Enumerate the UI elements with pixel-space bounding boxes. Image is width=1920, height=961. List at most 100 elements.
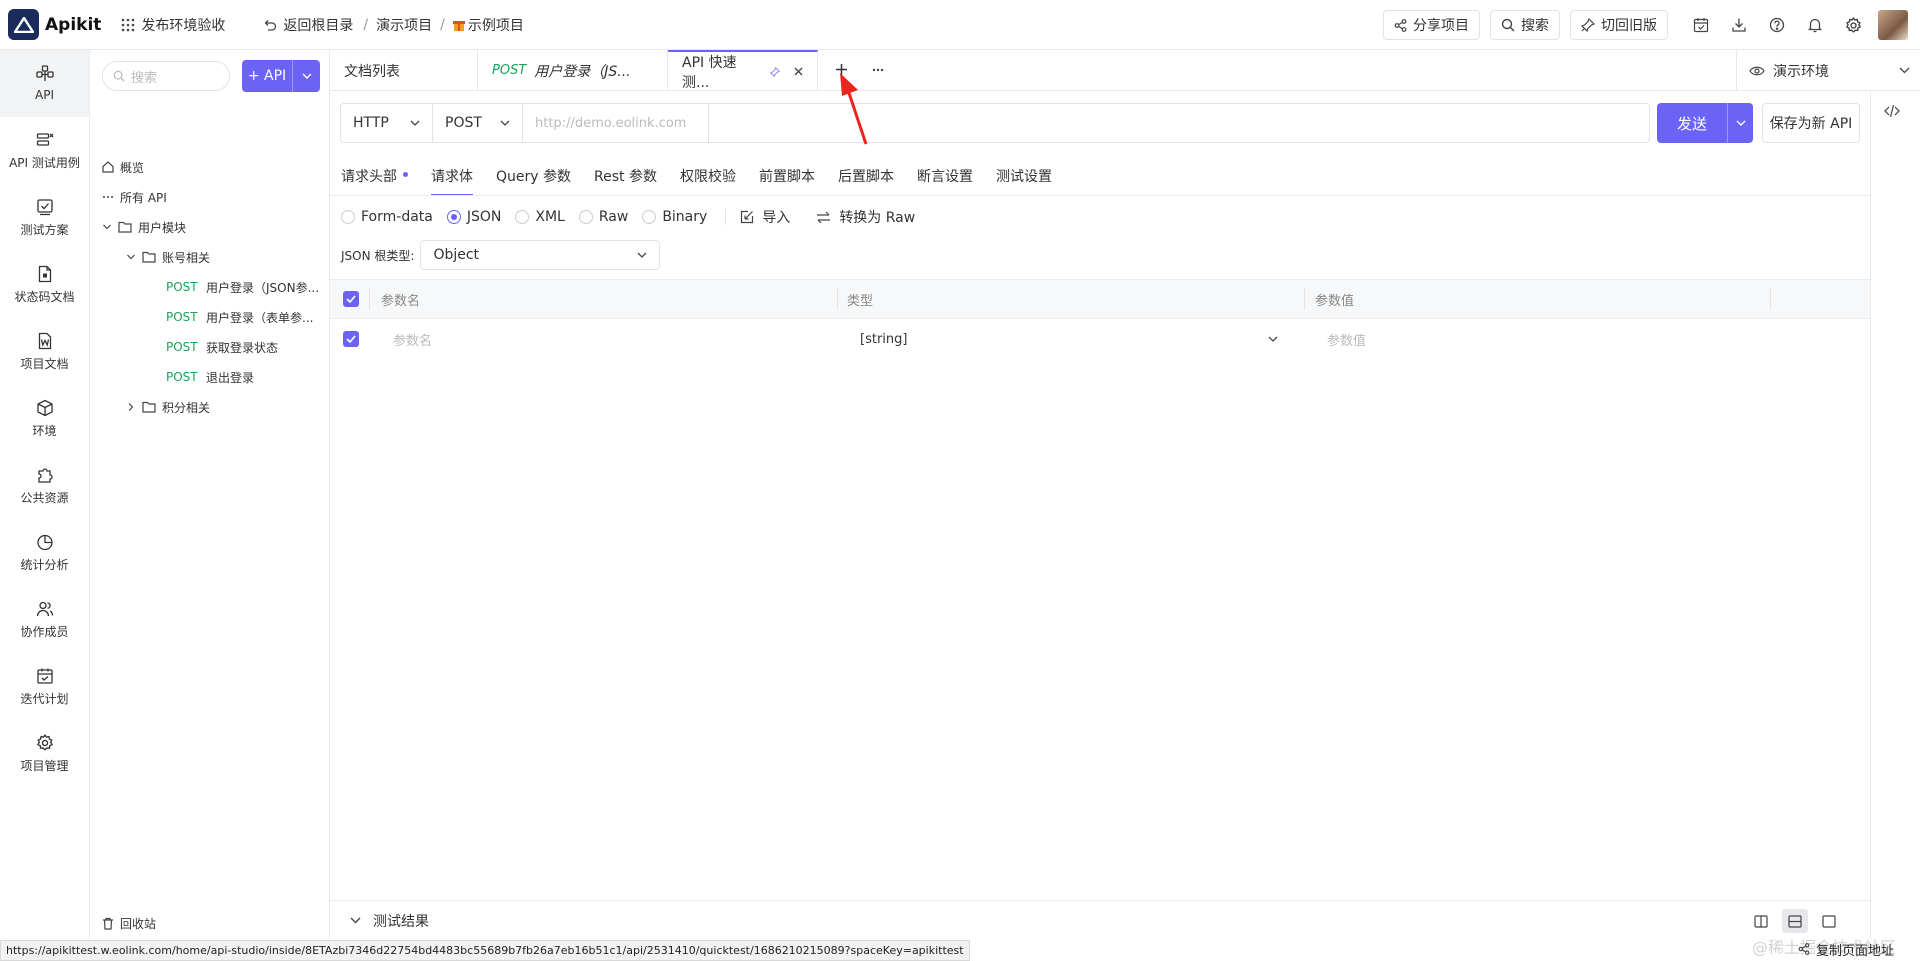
table-row: 参数名 [string] 参数值 (330, 319, 1870, 359)
json-root-type-select[interactable]: Object (420, 240, 661, 270)
json-root-type-value: Object (433, 247, 480, 263)
param-value-input[interactable]: 参数值 (1327, 319, 1747, 359)
radio-form-data[interactable]: Form-data (341, 209, 433, 225)
radio-circle (578, 210, 593, 224)
select-all-checkbox[interactable] (343, 280, 359, 318)
tree-api-item[interactable]: POST 用户登录（表单参... (166, 307, 313, 327)
rail-item-members[interactable]: 协作成员 (0, 586, 89, 653)
tab-doc-list[interactable]: 文档列表 (330, 50, 478, 91)
rail-item-statistics[interactable]: 统计分析 (0, 519, 89, 586)
workspace-switcher[interactable]: 发布环境验收 (121, 15, 225, 35)
tab-request-body[interactable]: 请求体 (431, 166, 473, 196)
tree-item-label: 用户模块 (138, 220, 187, 235)
radio-binary[interactable]: Binary (642, 209, 707, 225)
rail-item-test-plan[interactable]: 测试方案 (0, 184, 89, 251)
chevron-down-icon (126, 252, 136, 262)
rail-item-api[interactable]: API (0, 50, 89, 117)
breadcrumb-project[interactable]: 演示项目 (376, 15, 432, 35)
calendar-check-icon[interactable] (1682, 6, 1720, 44)
tree-api-item[interactable]: POST 退出登录 (166, 367, 254, 387)
copy-page-url-button[interactable]: 复制页面地址 (1798, 938, 1894, 960)
bell-icon[interactable] (1796, 6, 1834, 44)
share-project-button[interactable]: 分享项目 (1383, 10, 1480, 40)
top-bar: Apikit 发布环境验收 返回根目录 / 演示项目 / 示例项目 分享项目 搜… (0, 0, 1920, 50)
tab-label: Rest 参数 (594, 169, 657, 185)
tree-group-account[interactable]: 账号相关 (126, 247, 210, 267)
tree-search-input[interactable]: 搜索 (102, 61, 230, 91)
radio-xml[interactable]: XML (515, 209, 565, 225)
param-name-input[interactable]: 参数名 (393, 319, 813, 359)
back-root-button[interactable]: 返回根目录 (263, 15, 353, 35)
tab-auth[interactable]: 权限校验 (680, 166, 736, 196)
tab-query-params[interactable]: Query 参数 (496, 166, 571, 196)
environment-label: 演示环境 (1773, 63, 1829, 80)
method-select[interactable]: POST (433, 104, 523, 142)
add-api-button[interactable]: + API (242, 60, 320, 92)
rail-item-iteration-plan[interactable]: 迭代计划 (0, 653, 89, 720)
split-horizontal-icon[interactable] (1782, 909, 1808, 933)
url-input[interactable]: http://demo.eolink.com (523, 104, 709, 142)
split-vertical-icon[interactable] (1748, 909, 1774, 933)
tab-api-quick-test[interactable]: API 快速测... (668, 50, 818, 91)
help-icon[interactable] (1758, 6, 1796, 44)
param-type-select[interactable]: [string] (860, 319, 1290, 359)
rail-item-project-doc[interactable]: 项目文档 (0, 318, 89, 385)
tab-label: 用户登录（JS... (534, 63, 631, 80)
params-table-header: 参数名 类型 参数值 (330, 279, 1870, 319)
gift-icon (452, 18, 465, 32)
tab-test-settings[interactable]: 测试设置 (996, 166, 1052, 196)
radio-raw[interactable]: Raw (578, 209, 628, 225)
search-button[interactable]: 搜索 (1490, 10, 1560, 40)
pie-chart-icon (36, 533, 54, 551)
avatar[interactable] (1878, 10, 1908, 40)
protocol-select[interactable]: HTTP (341, 104, 433, 142)
code-icon[interactable] (1884, 104, 1900, 118)
tab-user-login[interactable]: POST 用户登录（JS... (478, 50, 668, 91)
rail-item-public-resources[interactable]: 公共资源 (0, 452, 89, 519)
tree-item-overview[interactable]: 概览 (102, 157, 144, 177)
row-checkbox[interactable] (343, 319, 359, 359)
tab-assertions[interactable]: 断言设置 (917, 166, 973, 196)
rail-item-api-test-case[interactable]: API 测试用例 (0, 117, 89, 184)
close-icon[interactable] (794, 67, 803, 76)
tab-post-script[interactable]: 后置脚本 (838, 166, 894, 196)
more-tabs-icon[interactable] (872, 68, 884, 72)
api-name: 获取登录状态 (206, 340, 279, 355)
chevron-down-icon[interactable] (350, 917, 361, 924)
rail-item-project-management[interactable]: 项目管理 (0, 720, 89, 787)
search-label: 搜索 (1521, 18, 1549, 34)
tree-search-placeholder: 搜索 (131, 70, 158, 86)
send-button[interactable]: 发送 (1657, 103, 1753, 143)
tab-rest-params[interactable]: Rest 参数 (594, 166, 657, 196)
rail-item-label: API 测试用例 (9, 155, 80, 170)
test-results-bar[interactable]: 测试结果 (330, 900, 1870, 940)
chevron-down-icon (637, 252, 647, 258)
old-version-button[interactable]: 切回旧版 (1570, 10, 1668, 40)
gear-icon[interactable] (1834, 6, 1872, 44)
search-icon (113, 70, 125, 82)
pin-icon[interactable] (770, 66, 780, 77)
rail-item-status-doc[interactable]: 状态码文档 (0, 251, 89, 318)
radio-json[interactable]: JSON (446, 209, 501, 225)
chevron-down-icon[interactable] (1727, 103, 1753, 143)
import-button[interactable]: 导入 (740, 207, 790, 227)
chevron-down-icon[interactable] (292, 60, 320, 92)
tree-api-item[interactable]: POST 用户登录（JSON参... (166, 277, 319, 297)
single-pane-icon[interactable] (1816, 909, 1842, 933)
rail-item-environment[interactable]: 环境 (0, 385, 89, 452)
tab-request-headers[interactable]: 请求头部 (341, 166, 408, 196)
workspace-name: 发布环境验收 (141, 17, 226, 34)
tree-api-item[interactable]: POST 获取登录状态 (166, 337, 278, 357)
tree-group-points[interactable]: 积分相关 (126, 397, 210, 417)
convert-to-raw-button[interactable]: 转换为 Raw (816, 207, 915, 227)
recycle-bin[interactable]: 回收站 (102, 906, 156, 940)
app-logo[interactable]: Apikit (8, 9, 101, 40)
tree-item-all-api[interactable]: 所有 API (102, 187, 167, 207)
method-badge: POST (166, 340, 198, 354)
environment-selector[interactable]: 演示环境 (1736, 50, 1920, 91)
breadcrumb-current[interactable]: 示例项目 (452, 15, 524, 35)
tab-pre-script[interactable]: 前置脚本 (759, 166, 815, 196)
download-icon[interactable] (1720, 6, 1758, 44)
tree-group-user-module[interactable]: 用户模块 (102, 217, 186, 237)
save-as-api-button[interactable]: 保存为新 API (1762, 103, 1860, 143)
